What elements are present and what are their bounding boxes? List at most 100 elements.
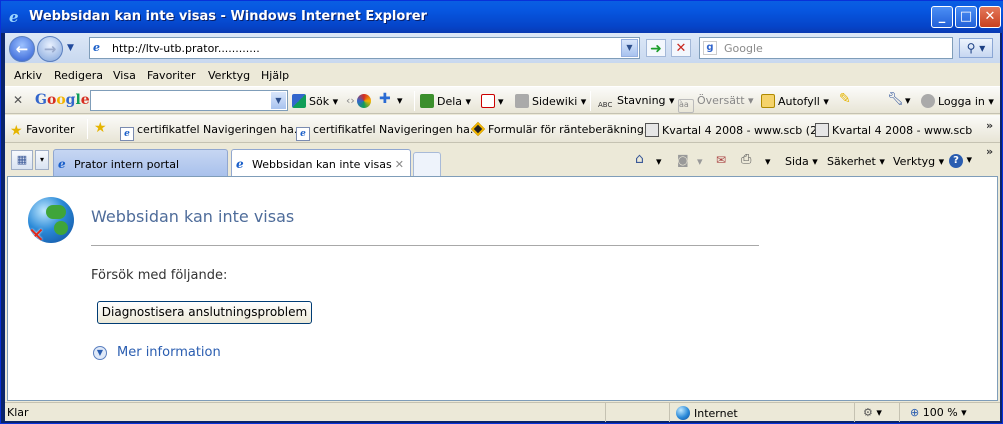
favorites-star-icon: ★ [10,123,23,139]
menu-visa[interactable]: Visa [113,69,136,82]
stop-icon[interactable]: ✕ [671,39,691,57]
minimize-button[interactable]: _ [931,6,953,28]
wrench-icon[interactable]: 🔧︎ [887,92,904,107]
go-icon[interactable]: ➜ [646,39,666,57]
spelling-icon: ABC [598,101,613,109]
translate-button[interactable]: àa Översätt ▾ [678,94,754,113]
google-search-label: Sök [309,95,330,108]
search-button[interactable]: ⚲ ▾ [959,38,993,58]
favorite-link-label: Kvartal 4 2008 - www.scb [832,124,973,137]
mail-icon[interactable]: ✉ [716,153,726,167]
menu-verktyg[interactable]: Verktyg [208,69,250,82]
tools-menu-button[interactable]: Verktyg ▾ [893,155,944,168]
new-tab-button[interactable] [413,152,441,176]
menu-arkiv[interactable]: Arkiv [14,69,42,82]
globe-error-icon: ✕ [28,197,74,243]
search-field[interactable]: g Google [699,37,953,59]
help-button[interactable]: ? ▾ [949,153,972,168]
page-menu-label: Sida [785,155,809,168]
favorite-link-3[interactable]: Formulär för ränteberäkning... [470,121,654,137]
menu-bar: Arkiv Redigera Visa Favoriter Verktyg Hj… [5,66,1000,86]
favorite-link-5[interactable]: Kvartal 4 2008 - www.scb [815,123,972,137]
feeds-icon[interactable]: ◙ [677,153,689,167]
highlight-icon[interactable]: ✎ [839,91,851,107]
sidewiki-label: Sidewiki [532,95,578,108]
google-toolbar: ✕ Google ▼ Sök ▾ ‹› ✚ ▾ Dela ▾ ▾ Sidewiki… [5,86,1000,114]
google-search-dropdown-icon[interactable]: ▼ [271,92,286,109]
page-icon: e [93,41,100,54]
add-favorite-icon[interactable]: ★ [94,120,107,136]
address-url[interactable]: http://ltv-utb.prator............ [112,42,260,55]
expand-icon: ▼ [93,346,107,360]
more-icon[interactable]: ‹› [346,94,355,107]
safety-menu-button[interactable]: Säkerhet ▾ [827,155,885,168]
page-icon: e [236,157,244,171]
title-bar[interactable]: e Webbsidan kan inte visas - Windows Int… [1,1,1003,33]
login-label: Logga in [938,95,985,108]
google-search-button[interactable]: Sök ▾ [292,94,338,108]
settings-dropdown-icon[interactable]: ▾ [905,94,911,107]
more-info-label: Mer information [117,345,221,360]
window-title: Webbsidan kan inte visas - Windows Inter… [29,9,427,24]
favorite-link-4[interactable]: Kvartal 4 2008 - www.scb (2) [645,123,821,137]
favorite-link-label: certifikatfel Navigeringen ha... [313,123,481,136]
menu-favoriter[interactable]: Favoriter [147,69,195,82]
ie-logo-icon: e [9,8,19,26]
internet-zone-icon [676,406,690,420]
autofill-button[interactable]: Autofyll ▾ [761,94,829,108]
page-title: Webbsidan kan inte visas [91,207,295,226]
page-content: ✕ Webbsidan kan inte visas Försök med fö… [7,176,998,401]
menu-redigera[interactable]: Redigera [54,69,103,82]
favorite-link-2[interactable]: e certifikatfel Navigeringen ha... [296,123,480,141]
divider [91,245,759,246]
popup-blocker-button[interactable]: ▾ [481,94,504,108]
favorite-link-1[interactable]: e certifikatfel Navigeringen ha... [120,123,304,141]
home-icon[interactable]: ⌂ [635,151,644,167]
diagnose-button[interactable]: Diagnostisera anslutningsproblem [97,301,312,324]
page-menu-button[interactable]: Sida ▾ [785,155,818,168]
forward-button[interactable]: → [37,36,63,62]
tab-list-dropdown-icon[interactable]: ▾ [35,150,49,170]
share-button[interactable]: Dela ▾ [420,94,471,108]
tab-prator-portal[interactable]: e Prator intern portal [53,149,228,176]
more-info-link[interactable]: ▼ Mer information [93,345,221,360]
menu-hjalp[interactable]: Hjälp [261,69,289,82]
tab-bar: ▦ ▾ e Prator intern portal e Webbsidan k… [5,144,1000,177]
tab-error-page[interactable]: e Webbsidan kan inte visas ✕ [231,149,411,177]
security-zone[interactable]: Internet [669,403,854,422]
home-dropdown-icon[interactable]: ▾ [656,155,662,168]
close-button[interactable]: ✕ [979,6,1001,28]
favorites-button[interactable]: ★ Favoriter [10,123,75,139]
favorites-bar: ★ Favoriter ★ e certifikatfel Navigeringe… [5,115,1000,143]
history-dropdown-icon[interactable]: ▼ [67,43,74,53]
add-button-dropdown-icon[interactable]: ▾ [397,94,403,107]
autofill-label: Autofyll [778,95,820,108]
back-button[interactable]: ← [9,36,35,62]
tab-label: Webbsidan kan inte visas [252,158,392,171]
picasa-icon[interactable] [357,94,374,108]
translate-icon: àa [678,99,694,113]
sidewiki-button[interactable]: Sidewiki ▾ [515,94,586,108]
spelling-label: Stavning [617,94,666,107]
favorites-overflow-icon[interactable]: » [986,119,993,132]
add-button-icon[interactable]: ✚ [379,91,391,107]
print-icon[interactable]: ⎙ [741,152,751,167]
google-search-input[interactable]: ▼ [90,90,288,111]
command-overflow-icon[interactable]: » [986,145,993,158]
login-button[interactable]: Logga in ▾ [921,94,994,108]
maximize-button[interactable]: □ [955,6,977,28]
protected-mode[interactable]: ⚙︎ ▾ [854,403,899,422]
quick-tabs-icon[interactable]: ▦ [11,150,33,170]
close-toolbar-icon[interactable]: ✕ [13,93,23,107]
favorite-link-label: Kvartal 4 2008 - www.scb (2) [662,124,822,137]
address-dropdown-icon[interactable]: ▼ [621,39,638,57]
spelling-button[interactable]: ABC Stavning ▾ [598,94,675,115]
zoom-control[interactable]: ⊕ 100 % ▾ [899,403,1000,422]
form-icon [470,121,486,137]
status-bar: Klar Internet ⚙︎ ▾ ⊕ 100 % ▾ [5,402,1000,422]
feeds-dropdown-icon[interactable]: ▾ [697,155,703,168]
print-dropdown-icon[interactable]: ▾ [765,155,771,168]
google-search-provider-icon[interactable]: g [703,41,717,55]
address-field[interactable]: e http://ltv-utb.prator............ ▼ [89,37,640,59]
close-tab-icon[interactable]: ✕ [395,158,404,171]
